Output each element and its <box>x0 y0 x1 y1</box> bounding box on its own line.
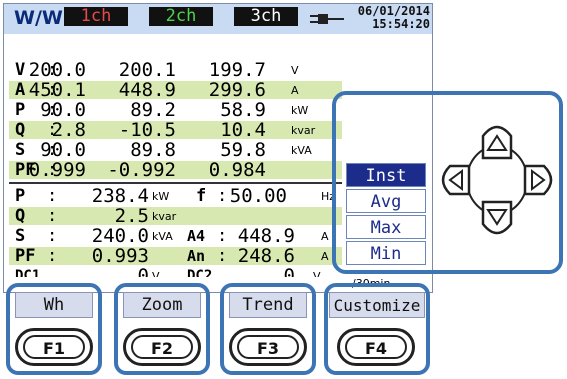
tab-trend[interactable]: Trend <box>229 292 307 318</box>
row-label: S <box>15 140 26 160</box>
summary-unit-a4: A <box>321 230 329 243</box>
f3-label: F3 <box>237 335 299 359</box>
channel-1-label: 1ch <box>80 6 112 26</box>
value-ch2: 89.8 <box>130 139 176 161</box>
f1-label: F1 <box>23 335 85 359</box>
colon: : <box>217 246 228 266</box>
value-ch3: 58.9 <box>220 99 266 121</box>
summary-label-pf: PF <box>15 246 36 266</box>
summary-label-an: An <box>187 247 206 265</box>
right-arrow-icon[interactable] <box>523 164 553 196</box>
table-row-voltage: V : 200.0 200.1 199.7 V <box>9 59 342 81</box>
table-row-apparent-power: S : 90.0 89.8 59.8 kVA <box>9 139 342 161</box>
row-label: A <box>15 80 26 100</box>
channel-2-label: 2ch <box>165 6 197 26</box>
table-row-reactive-power: Q : 2.8 -10.5 10.4 kvar <box>9 119 342 141</box>
f4-button[interactable]: F4 <box>337 328 415 366</box>
summary-row-pf-neutral: PF : 0.993 An : 248.6 A <box>9 245 342 267</box>
f2-label: F2 <box>131 335 193 359</box>
f3-button[interactable]: F3 <box>229 328 307 366</box>
summary-label-f: f <box>196 186 207 206</box>
unit: kVA <box>291 144 312 157</box>
cursor-keys <box>441 125 553 235</box>
summary-label-q: Q <box>15 206 26 226</box>
partial-value-left: 0 <box>61 267 149 277</box>
partial-value-right: 0 <box>229 267 295 277</box>
power-plug-icon <box>310 14 344 24</box>
datetime-display: 06/01/2014 15:54:20 <box>348 5 430 31</box>
colon: : <box>47 186 58 206</box>
up-arrow-icon[interactable] <box>481 125 513 160</box>
unit: V <box>291 64 299 77</box>
value-ch1: 200.0 <box>28 59 86 81</box>
left-arrow-icon[interactable] <box>441 164 471 196</box>
summary-row-partial: DC1 0 V DC2 0 V <box>9 267 342 277</box>
summary-value-f: 50.00 <box>229 185 287 207</box>
summary-value-an: 248.6 <box>237 245 295 267</box>
value-ch1: 0.999 <box>28 159 86 181</box>
colon: : <box>47 246 58 266</box>
partial-label-right: DC2 <box>187 268 213 277</box>
colon: : <box>47 206 58 226</box>
tab-customize[interactable]: Customize <box>329 292 425 318</box>
value-ch3: 199.7 <box>208 59 266 81</box>
summary-value-a4: 448.9 <box>237 225 295 247</box>
summary-label-a4: A4 <box>187 227 206 245</box>
summary-row-reactive: Q : 2.5 kvar <box>9 205 342 227</box>
partial-label-left: DC1 <box>15 268 41 277</box>
value-ch2: 89.2 <box>130 99 176 121</box>
time-text: 15:54:20 <box>372 17 430 31</box>
channel-1-header: 1ch <box>64 7 128 26</box>
value-ch1: 90.0 <box>40 139 86 161</box>
channel-3-header: 3ch <box>234 7 298 26</box>
value-ch1: 450.1 <box>28 79 86 101</box>
summary-unit-s: kVA <box>152 230 173 243</box>
value-ch1: 90.0 <box>40 99 86 121</box>
colon: : <box>47 226 58 246</box>
unit: kvar <box>291 124 316 137</box>
summary-unit-an: A <box>321 250 329 263</box>
summary-value-p: 238.4 <box>91 185 149 207</box>
table-row-power-factor: PF : 0.999 -0.992 0.984 <box>9 159 342 181</box>
channel-3-label: 3ch <box>250 6 282 26</box>
value-ch2: -0.992 <box>107 159 176 181</box>
value-ch2: 200.1 <box>118 59 176 81</box>
value-ch2: 448.9 <box>118 79 176 101</box>
colon: : <box>217 226 228 246</box>
table-row-active-power: P : 90.0 89.2 58.9 kW <box>9 99 342 121</box>
unit: A <box>291 84 299 97</box>
summary-value-s: 240.0 <box>91 225 149 247</box>
value-ch3: 59.8 <box>220 139 266 161</box>
value-ch3: 0.984 <box>208 159 266 181</box>
colon: : <box>217 186 228 206</box>
summary-row-apparent: S : 240.0 kVA A4 : 448.9 A <box>9 225 342 247</box>
value-ch2: -10.5 <box>118 119 176 141</box>
value-ch3: 10.4 <box>220 119 266 141</box>
summary-unit-q: kvar <box>152 210 177 223</box>
partial-unit-left: V <box>152 270 160 277</box>
summary-row-power-frequency: P : 238.4 kW f : 50.00 Hz <box>9 185 342 207</box>
tab-wh[interactable]: Wh <box>15 292 93 318</box>
row-label: P <box>15 100 26 120</box>
summary-label-s: S <box>15 226 26 246</box>
f1-button[interactable]: F1 <box>15 328 93 366</box>
summary-value-q: 2.5 <box>114 205 149 227</box>
down-arrow-icon[interactable] <box>481 200 513 235</box>
value-ch3: 299.6 <box>208 79 266 101</box>
partial-unit-right: V <box>313 270 321 277</box>
table-row-current: A : 450.1 448.9 299.6 A <box>9 79 342 101</box>
summary-value-pf: 0.993 <box>91 245 149 267</box>
summary-unit-p: kW <box>152 190 170 203</box>
tab-zoom[interactable]: Zoom <box>123 292 201 318</box>
row-label: V <box>15 60 26 80</box>
f4-label: F4 <box>345 335 407 359</box>
channel-2-header: 2ch <box>149 7 213 26</box>
summary-label-p: P <box>15 186 26 206</box>
unit: kW <box>291 104 309 117</box>
divider <box>9 182 342 184</box>
row-label: Q <box>15 120 26 140</box>
value-ch1: 2.8 <box>51 119 86 141</box>
f2-button[interactable]: F2 <box>123 328 201 366</box>
